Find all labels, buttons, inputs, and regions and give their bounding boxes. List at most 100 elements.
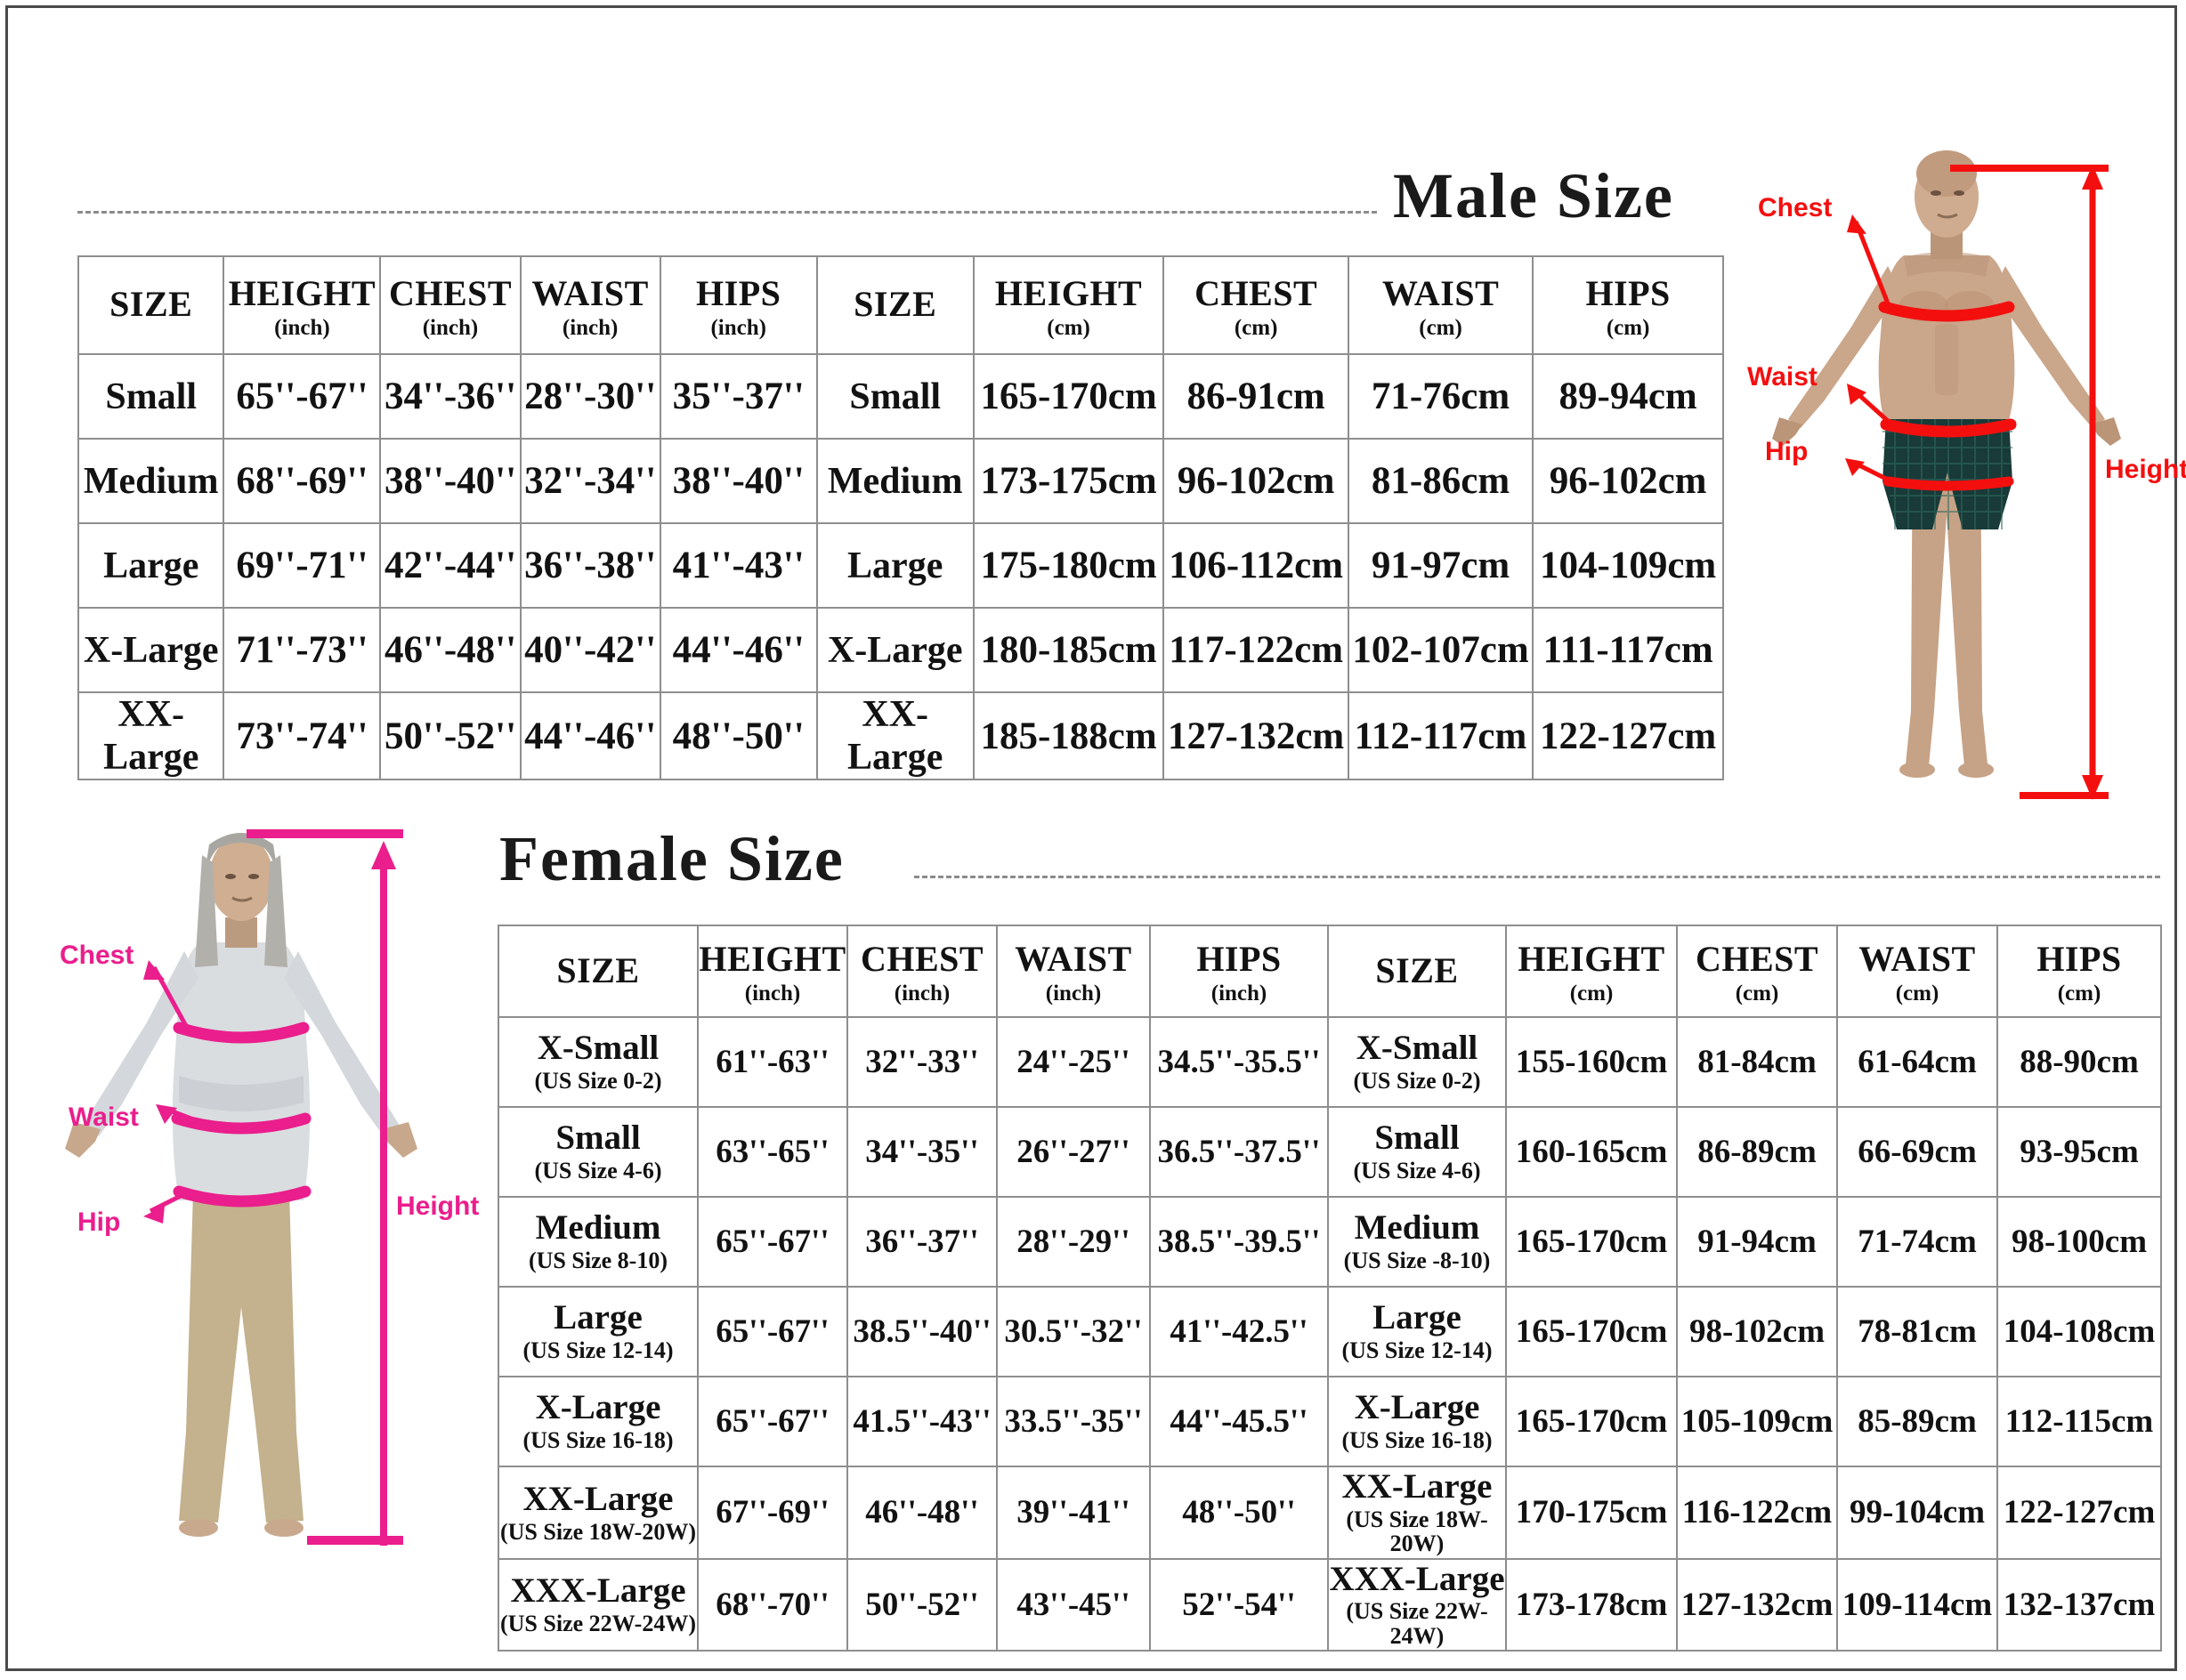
- cell-height-cm: 160-165cm: [1505, 1106, 1678, 1198]
- size-name: XXX-Large: [1329, 1559, 1505, 1598]
- size-us-note: (US Size 0-2): [534, 1068, 662, 1094]
- table-row: Medium 68''-69'' 38''-40'' 32''-34'' 38'…: [77, 438, 1724, 524]
- cell-hips-cm: 98-100cm: [1996, 1196, 2162, 1288]
- header-main: SIZE: [109, 284, 193, 324]
- female-col-hips-inch: HIPS (inch): [1149, 925, 1329, 1018]
- header-unit: (cm): [1569, 981, 1614, 1006]
- cell-hips-cm: 89-94cm: [1532, 353, 1724, 440]
- header-unit: (cm): [1234, 315, 1278, 340]
- cell-size: Medium (US Size 8-10): [498, 1196, 699, 1288]
- header-unit: (inch): [710, 315, 766, 340]
- cell-waist-cm: 85-89cm: [1836, 1376, 1998, 1467]
- female-body-illustration: [65, 833, 417, 1537]
- cell-waist-cm: 61-64cm: [1836, 1016, 1998, 1108]
- cell-chest-inch: 50''-52'': [379, 691, 522, 780]
- table-row: Large (US Size 12-14) 65''-67'' 38.5''-40…: [498, 1286, 2162, 1377]
- size-name: Small: [1374, 1119, 1460, 1158]
- cell-chest-cm: 96-102cm: [1162, 438, 1349, 524]
- cell-waist-cm: 102-107cm: [1347, 607, 1534, 693]
- table-row: XX-Large (US Size 18W-20W) 67''-69'' 46''…: [498, 1466, 2162, 1560]
- header-main: CHEST: [860, 939, 984, 979]
- header-unit: (inch): [1210, 981, 1267, 1006]
- cell-waist-cm: 91-97cm: [1347, 522, 1534, 609]
- cell-chest-cm: 86-91cm: [1162, 353, 1349, 440]
- cell-hips-cm: 112-115cm: [1996, 1376, 2162, 1467]
- cell-height-cm: 165-170cm: [1505, 1196, 1678, 1288]
- cell-waist-inch: 32''-34'': [519, 438, 661, 524]
- cell-height-inch: 73''-74'': [223, 691, 382, 780]
- cell-waist-cm: 78-81cm: [1836, 1286, 1998, 1377]
- header-main: HIPS: [1585, 272, 1671, 313]
- cell-waist-cm: 112-117cm: [1347, 691, 1534, 780]
- cell-hips-inch: 38''-40'': [659, 438, 818, 524]
- cell-height-inch: 68''-70'': [697, 1557, 848, 1652]
- header-unit: (inch): [894, 981, 951, 1006]
- cell-hips-cm: 93-95cm: [1996, 1106, 2162, 1198]
- cell-waist-cm: 109-114cm: [1836, 1557, 1998, 1652]
- female-waist-label: Waist: [69, 1102, 139, 1132]
- male-col-chest-cm: CHEST (cm): [1162, 255, 1349, 355]
- header-unit: (cm): [1895, 981, 1939, 1006]
- header-main: CHEST: [388, 272, 513, 313]
- cell-hips-inch: 41''-42.5'': [1149, 1286, 1329, 1377]
- cell-size: X-Large: [77, 607, 225, 693]
- header-main: WAIST: [531, 272, 649, 313]
- male-col-waist-cm: WAIST (cm): [1347, 255, 1534, 355]
- cell-chest-cm: 98-102cm: [1676, 1286, 1838, 1377]
- female-title-dashed-rule: [914, 876, 2160, 878]
- cell-size-cm: XX-Large (US Size 18W-20W): [1327, 1466, 1507, 1560]
- cell-height-inch: 71''-73'': [223, 607, 382, 693]
- header-unit: (inch): [1045, 981, 1102, 1006]
- male-hip-label: Hip: [1765, 437, 1809, 466]
- cell-size-cm: X-Large (US Size 16-18): [1327, 1376, 1507, 1467]
- cell-size-cm: XX-Large: [815, 691, 975, 780]
- header-unit: (inch): [274, 315, 330, 340]
- cell-hips-cm: 96-102cm: [1532, 438, 1724, 524]
- cell-height-inch: 65''-67'': [697, 1376, 848, 1467]
- cell-chest-cm: 91-94cm: [1676, 1196, 1838, 1288]
- female-size-title: Female Size: [499, 823, 845, 894]
- size-name: Medium: [535, 1208, 661, 1248]
- female-col-height-cm: HEIGHT (cm): [1505, 925, 1678, 1018]
- cell-hips-inch: 44''-45.5'': [1149, 1376, 1329, 1467]
- cell-chest-inch: 46''-48'': [379, 607, 522, 693]
- header-main: HIPS: [1196, 939, 1282, 979]
- female-chest-label: Chest: [60, 941, 134, 970]
- cell-height-cm: 155-160cm: [1505, 1016, 1678, 1108]
- female-col-hips-cm: HIPS (cm): [1996, 925, 2162, 1018]
- male-col-hips-inch: HIPS (inch): [659, 255, 818, 355]
- male-col-hips-cm: HIPS (cm): [1532, 255, 1724, 355]
- cell-chest-inch: 38''-40'': [379, 438, 522, 524]
- header-unit: (inch): [422, 315, 479, 340]
- header-main: SIZE: [556, 949, 640, 990]
- cell-waist-inch: 24''-25'': [996, 1016, 1151, 1108]
- table-row: X-Large (US Size 16-18) 65''-67'' 41.5''-…: [498, 1376, 2162, 1467]
- male-col-waist-inch: WAIST (inch): [519, 255, 661, 355]
- cell-height-cm: 165-170cm: [1505, 1376, 1678, 1467]
- cell-size-cm: Small (US Size 4-6): [1327, 1106, 1507, 1198]
- size-name: Medium: [1354, 1208, 1480, 1248]
- cell-hips-cm: 122-127cm: [1532, 691, 1724, 780]
- size-us-note: (US Size 4-6): [534, 1158, 662, 1184]
- cell-size: Large (US Size 12-14): [498, 1286, 699, 1377]
- male-col-size-inch: SIZE: [77, 255, 225, 355]
- cell-size-cm: X-Small (US Size 0-2): [1327, 1016, 1507, 1108]
- cell-chest-cm: 127-132cm: [1676, 1557, 1838, 1652]
- header-main: HEIGHT: [228, 272, 376, 313]
- cell-hips-inch: 48''-50'': [659, 691, 818, 780]
- cell-hips-inch: 48''-50'': [1149, 1466, 1329, 1560]
- male-title-dashed-rule: [77, 211, 1377, 214]
- cell-height-cm: 180-185cm: [972, 607, 1165, 693]
- header-main: SIZE: [854, 284, 937, 324]
- size-us-note: (US Size -8-10): [1343, 1248, 1491, 1274]
- hip-band: [1882, 476, 2014, 491]
- cell-size: XXX-Large (US Size 22W-24W): [498, 1557, 699, 1652]
- male-chest-label: Chest: [1758, 193, 1833, 222]
- cell-size: X-Small (US Size 0-2): [498, 1016, 699, 1108]
- table-row: Small (US Size 4-6) 63''-65'' 34''-35'' 2…: [498, 1106, 2162, 1198]
- cell-height-cm: 165-170cm: [1505, 1286, 1678, 1377]
- cell-height-cm: 173-178cm: [1505, 1557, 1678, 1652]
- header-unit: (inch): [744, 981, 801, 1006]
- size-us-note: (US Size 22W-24W): [1346, 1598, 1488, 1649]
- size-us-note: (US Size 0-2): [1353, 1068, 1481, 1094]
